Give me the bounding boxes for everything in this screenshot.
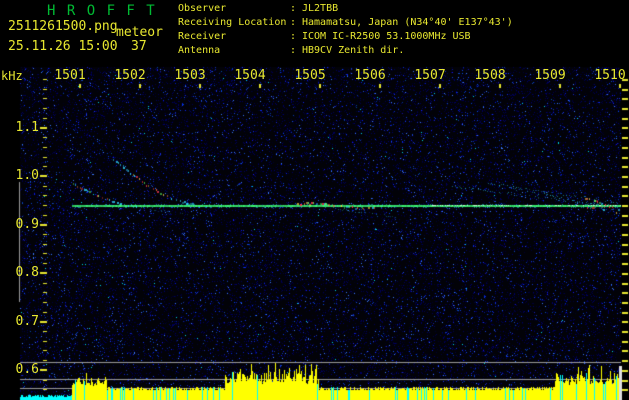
time-tick-label: 1508 xyxy=(474,68,506,83)
time-tick-label: 1507 xyxy=(414,68,446,83)
freq-tick-label: 0.9 xyxy=(15,217,39,232)
freq-tick-label: 1.1 xyxy=(15,120,39,135)
freq-tick-label: 0.8 xyxy=(15,265,39,280)
time-tick-label: 1505 xyxy=(294,68,326,83)
time-tick-label: 1502 xyxy=(114,68,146,83)
hrofft-window: { "header": { "title": "H R O F F T", "f… xyxy=(0,0,629,400)
time-tick-label: 1504 xyxy=(234,68,266,83)
freq-tick-label: 0.6 xyxy=(15,362,39,377)
time-tick-label: 1509 xyxy=(534,68,566,83)
time-tick-label: 1501 xyxy=(54,68,86,83)
freq-unit-label: kHz xyxy=(1,69,23,83)
freq-tick-label: 1.0 xyxy=(15,168,39,183)
spectrogram-canvas xyxy=(0,0,629,400)
time-tick-label: 1503 xyxy=(174,68,206,83)
time-tick-label: 1506 xyxy=(354,68,386,83)
time-tick-label: 1510 xyxy=(594,68,626,83)
freq-tick-label: 0.7 xyxy=(15,314,39,329)
